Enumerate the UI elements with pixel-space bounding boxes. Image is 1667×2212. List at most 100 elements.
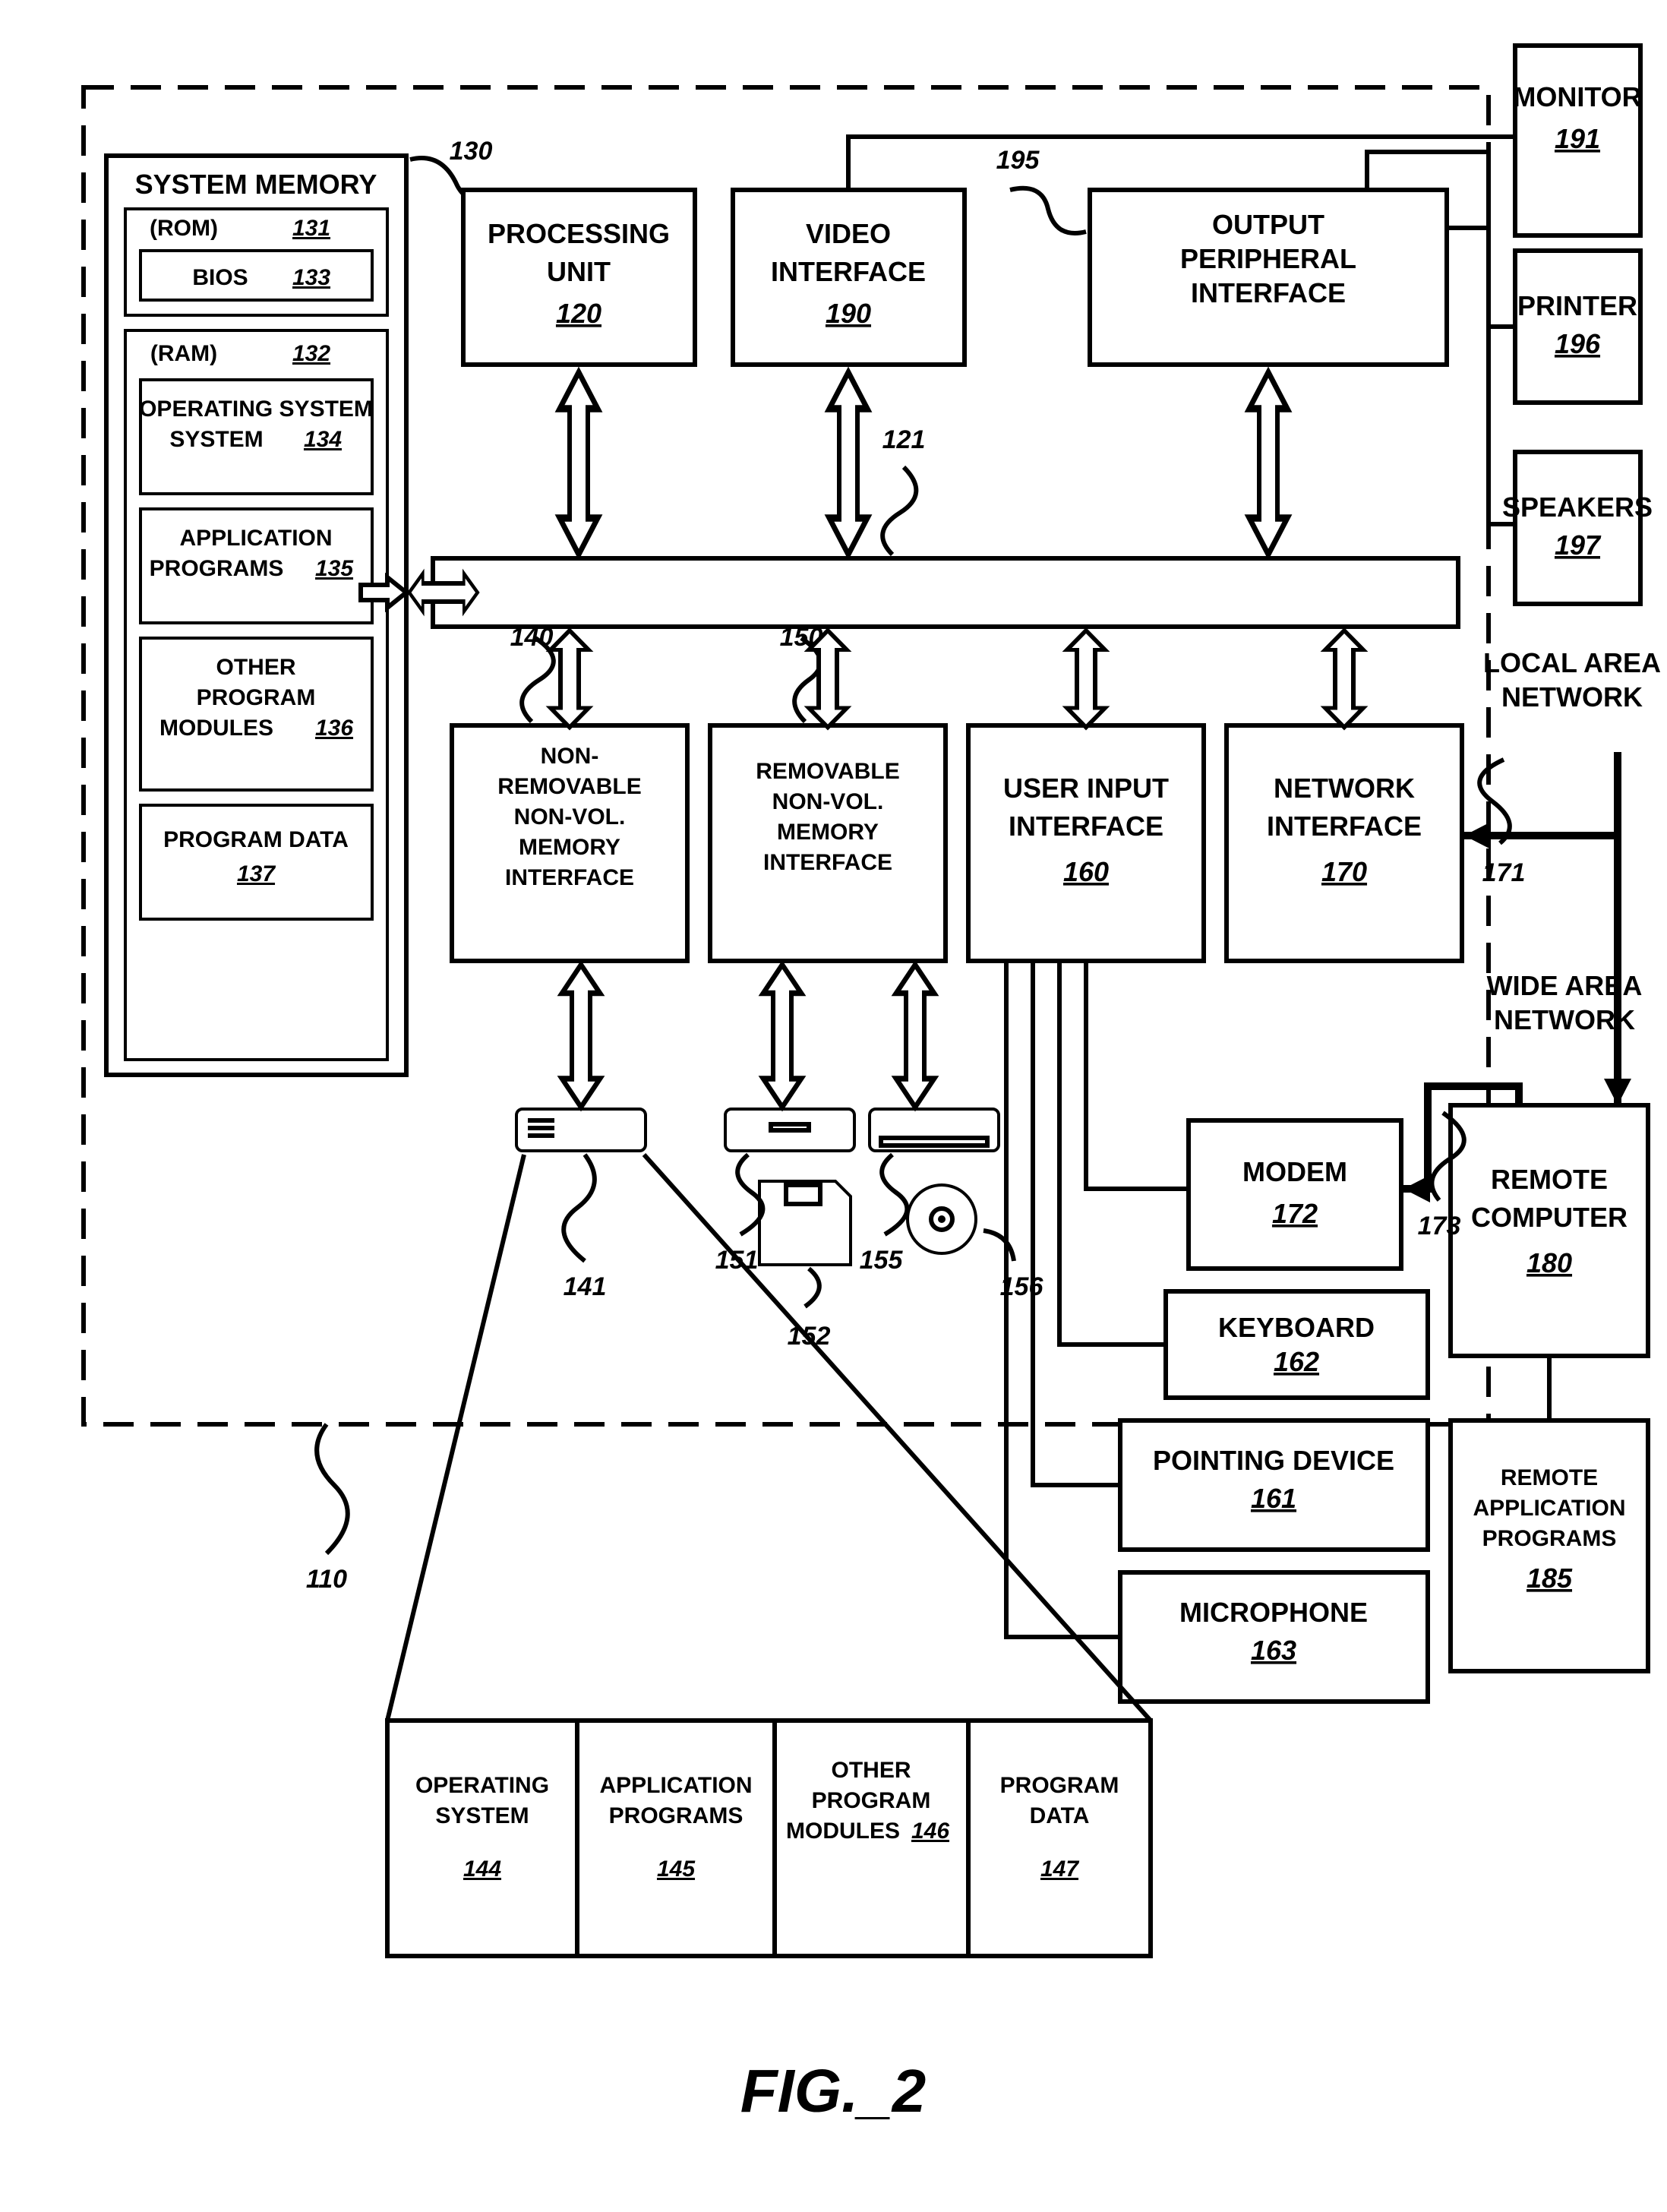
svg-text:PROCESSING: PROCESSING: [488, 218, 670, 249]
svg-text:APPLICATION: APPLICATION: [179, 526, 332, 551]
svg-text:PROGRAMS: PROGRAMS: [609, 1803, 744, 1828]
svg-text:PROGRAM: PROGRAM: [812, 1788, 931, 1813]
wire-video-monitor: [848, 137, 1514, 188]
remote-apps-box: REMOTE APPLICATION PROGRAMS 185: [1451, 1420, 1648, 1671]
svg-text:135: 135: [315, 556, 354, 581]
network-interface: NETWORK INTERFACE 170: [1227, 725, 1462, 961]
pointing-box: POINTING DEVICE 161: [1120, 1420, 1428, 1550]
video-interface: VIDEO INTERFACE 190: [733, 190, 965, 365]
processing-unit: PROCESSING UNIT 120: [463, 190, 695, 365]
svg-text:PROGRAM: PROGRAM: [197, 685, 316, 710]
optical-drive-icon: 155 156: [860, 1109, 1044, 1301]
svg-text:120: 120: [556, 298, 601, 329]
svg-text:185: 185: [1527, 1563, 1573, 1594]
svg-text:196: 196: [1555, 328, 1601, 359]
svg-text:155: 155: [860, 1246, 904, 1275]
svg-text:OUTPUT: OUTPUT: [1212, 209, 1324, 240]
svg-text:132: 132: [292, 341, 330, 366]
svg-text:REMOVABLE: REMOVABLE: [497, 774, 641, 799]
svg-text:PERIPHERAL: PERIPHERAL: [1180, 243, 1356, 274]
svg-text:OPERATING SYSTEM: OPERATING SYSTEM: [139, 397, 373, 422]
svg-text:NON-: NON-: [541, 744, 599, 769]
svg-text:VIDEO: VIDEO: [806, 218, 891, 249]
svg-text:REMOVABLE: REMOVABLE: [756, 759, 899, 784]
svg-text:PROGRAMS: PROGRAMS: [1482, 1526, 1617, 1551]
lan-ref: 171: [1482, 858, 1526, 887]
svg-text:195: 195: [996, 146, 1040, 175]
svg-text:MODEM: MODEM: [1242, 1156, 1347, 1187]
lan-label-1: LOCAL AREA: [1483, 647, 1661, 678]
svg-text:MONITOR: MONITOR: [1513, 81, 1641, 112]
svg-text:162: 162: [1274, 1346, 1319, 1377]
svg-text:PRINTER: PRINTER: [1517, 290, 1637, 321]
svg-text:140: 140: [510, 623, 554, 652]
svg-text:190: 190: [826, 298, 871, 329]
diagram-root: 110 SYSTEM MEMORY (ROM) 131 BIOS 133 (RA…: [0, 0, 1667, 2212]
svg-text:136: 136: [315, 716, 353, 741]
svg-text:UNIT: UNIT: [547, 256, 611, 287]
svg-text:APPLICATION: APPLICATION: [1473, 1496, 1625, 1521]
svg-text:INTERFACE: INTERFACE: [1009, 811, 1163, 842]
svg-text:USER INPUT: USER INPUT: [1003, 773, 1169, 804]
svg-text:131: 131: [292, 216, 330, 241]
svg-text:170: 170: [1321, 856, 1367, 887]
svg-text:DATA: DATA: [1030, 1803, 1090, 1828]
svg-text:OTHER: OTHER: [832, 1758, 911, 1783]
svg-text:(ROM): (ROM): [150, 216, 218, 241]
svg-text:REMOTE: REMOTE: [1491, 1164, 1608, 1195]
svg-text:173: 173: [1418, 1212, 1461, 1240]
svg-text:APPLICATION: APPLICATION: [599, 1773, 752, 1798]
svg-text:(RAM): (RAM): [150, 341, 217, 366]
microphone-box: MICROPHONE 163: [1120, 1572, 1428, 1702]
svg-text:180: 180: [1527, 1247, 1572, 1278]
remote-computer-box: REMOTE COMPUTER 180: [1451, 1105, 1648, 1356]
svg-text:INTERFACE: INTERFACE: [771, 256, 926, 287]
svg-text:141: 141: [564, 1272, 607, 1301]
svg-text:NETWORK: NETWORK: [1274, 773, 1415, 804]
svg-text:REMOTE: REMOTE: [1501, 1465, 1598, 1490]
svg-text:SPEAKERS: SPEAKERS: [1502, 491, 1653, 523]
svg-text:NON-VOL.: NON-VOL.: [772, 789, 884, 814]
svg-text:PROGRAM: PROGRAM: [1000, 1773, 1119, 1798]
svg-text:MODULES: MODULES: [786, 1819, 900, 1844]
svg-text:SYSTEM: SYSTEM: [435, 1803, 529, 1828]
leader-110: [317, 1424, 348, 1553]
output-peripheral-interface: OUTPUT PERIPHERAL INTERFACE 195 195: [996, 146, 1447, 365]
svg-text:121: 121: [882, 425, 926, 454]
svg-text:133: 133: [292, 265, 330, 290]
ref-110: 110: [306, 1565, 347, 1594]
svg-text:BIOS: BIOS: [192, 265, 248, 290]
keyboard-box: KEYBOARD 162: [1166, 1291, 1428, 1398]
svg-text:MEMORY: MEMORY: [519, 835, 620, 860]
svg-text:172: 172: [1272, 1198, 1318, 1229]
monitor-box: MONITOR 191: [1513, 46, 1641, 235]
user-input-interface: USER INPUT INTERFACE 160: [968, 725, 1204, 961]
svg-text:145: 145: [657, 1856, 696, 1882]
hdd-icon: 141: [516, 1109, 646, 1301]
svg-text:PROGRAMS: PROGRAMS: [150, 556, 284, 581]
svg-text:147: 147: [1040, 1856, 1079, 1882]
svg-text:MEMORY: MEMORY: [777, 820, 879, 845]
svg-text:197: 197: [1555, 529, 1602, 561]
svg-text:MODULES: MODULES: [159, 716, 273, 741]
figure-label: FIG._2: [740, 2057, 927, 2125]
svg-text:PROGRAM DATA: PROGRAM DATA: [163, 827, 349, 852]
svg-text:SYSTEM: SYSTEM: [169, 427, 263, 452]
lan-label-2: NETWORK: [1501, 681, 1643, 713]
svg-text:OPERATING: OPERATING: [415, 1773, 549, 1798]
svg-text:SYSTEM MEMORY: SYSTEM MEMORY: [135, 169, 377, 200]
svg-text:MICROPHONE: MICROPHONE: [1179, 1597, 1368, 1628]
svg-text:INTERFACE: INTERFACE: [505, 865, 634, 890]
svg-text:160: 160: [1063, 856, 1109, 887]
svg-text:144: 144: [463, 1856, 501, 1882]
svg-text:163: 163: [1251, 1635, 1296, 1666]
svg-text:161: 161: [1251, 1483, 1296, 1514]
svg-text:130: 130: [450, 137, 493, 166]
svg-text:INTERFACE: INTERFACE: [763, 850, 892, 875]
svg-text:OTHER: OTHER: [216, 655, 296, 680]
svg-text:POINTING DEVICE: POINTING DEVICE: [1153, 1445, 1394, 1476]
modem-box: MODEM 172: [1189, 1120, 1401, 1269]
svg-text:INTERFACE: INTERFACE: [1191, 277, 1346, 308]
svg-text:NON-VOL.: NON-VOL.: [514, 804, 626, 830]
svg-text:146: 146: [911, 1819, 949, 1844]
